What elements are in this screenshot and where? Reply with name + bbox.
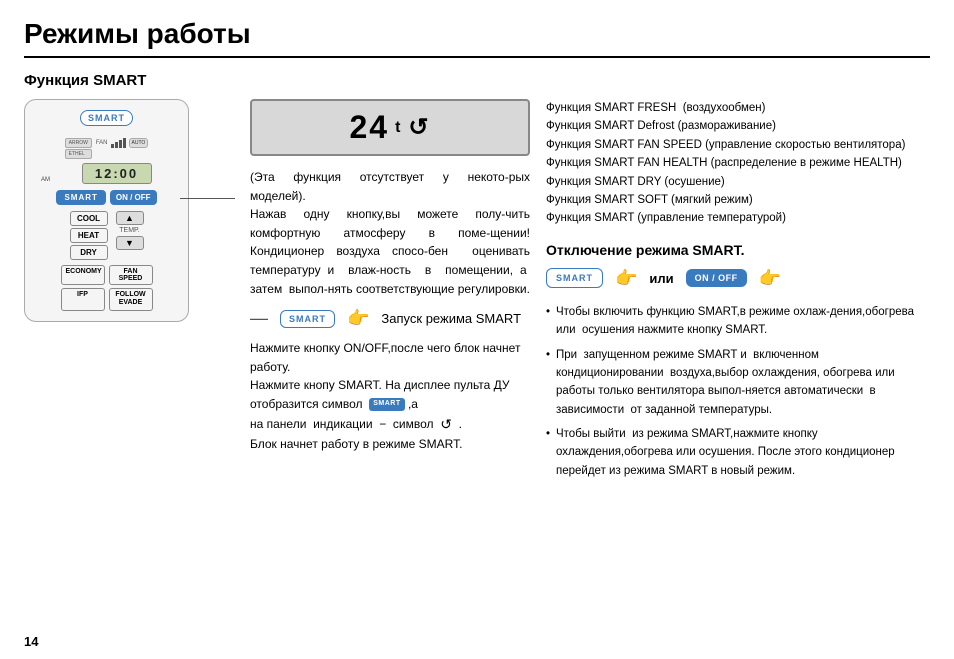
remote-ifp-follow-row: IFP FOLLOWEVADE	[33, 288, 180, 311]
remote-heat-btn[interactable]: HEAT	[70, 228, 108, 243]
smart-launch-badge: SMART	[280, 310, 335, 328]
remote-follow-btn[interactable]: FOLLOWEVADE	[109, 288, 153, 311]
display-panel: 24 t ↺	[250, 99, 530, 156]
remote-arrow-down-btn[interactable]: ▼	[116, 236, 144, 250]
page-container: Режимы работы Функция SMART SMART ARROW …	[0, 0, 954, 659]
section2-title: Отключение режима SMART.	[546, 242, 930, 258]
section1-title: Функция SMART	[24, 72, 930, 89]
right-bullets: Чтобы включить функцию SMART,в режиме ох…	[546, 303, 930, 481]
feature-item-5: Функция SMART DRY (осушение)	[546, 173, 930, 191]
feature-item-3: Функция SMART FAN SPEED (управление скор…	[546, 136, 930, 154]
display-degree: t	[395, 119, 402, 137]
right-column: Функция SMART FRESH (воздухообмен) Функц…	[546, 99, 930, 486]
display-symbol: ↺	[408, 113, 430, 142]
remote-arrow-up-btn[interactable]: ▲	[116, 211, 144, 225]
smart-launch-text: Запуск режима SMART	[381, 311, 521, 326]
finger-icon-launch: 👉	[347, 308, 369, 329]
remote-ifp-btn[interactable]: IFP	[61, 288, 105, 311]
or-text: или	[649, 271, 673, 286]
remote-economy-fanspeed-row: ECONOMY FAN SPEED	[33, 265, 180, 285]
arrow-right-icon: —	[250, 308, 268, 329]
onoff-badge: ON / OFF	[686, 269, 747, 287]
bullet-3: Чтобы выйти из режима SMART,нажмите кноп…	[546, 425, 930, 480]
feature-item-2: Функция SMART Defrost (размораживание)	[546, 117, 930, 135]
feature-item-1: Функция SMART FRESH (воздухообмен)	[546, 99, 930, 117]
display-temp: 24	[349, 109, 389, 146]
feature-item-7: Функция SMART (управление температурой)	[546, 209, 930, 227]
feature-item-6: Функция SMART SOFT (мягкий режим)	[546, 191, 930, 209]
symbol-inline: ↺	[440, 416, 452, 432]
feature-list: Функция SMART FRESH (воздухообмен) Функц…	[546, 99, 930, 228]
remote-fan-speed-btn[interactable]: FAN SPEED	[109, 265, 153, 285]
remote-dry-btn[interactable]: DRY	[70, 245, 108, 260]
middle-column: 24 t ↺ (Эта функция отсутствует у некото-…	[250, 99, 530, 486]
remote-control: SMART ARROW ETHEL FAN	[24, 99, 189, 322]
content-area: SMART ARROW ETHEL FAN	[24, 99, 930, 486]
remote-economy-btn[interactable]: ECONOMY	[61, 265, 105, 285]
remote-temp-label: TEMP.	[119, 227, 140, 234]
remote-smart-btn[interactable]: SMART	[56, 190, 105, 205]
remote-fan-section: FAN AUTO	[96, 138, 148, 148]
mid-text-1: (Эта функция отсутствует у некото-рых мо…	[250, 168, 530, 298]
remote-mode-row: COOL HEAT DRY ▲ TEMP. ▼	[33, 211, 180, 260]
mid-text-2: Нажмите кнопку ON/OFF,после чего блок на…	[250, 339, 530, 454]
bullet-1: Чтобы включить функцию SMART,в режиме ох…	[546, 303, 930, 340]
or-row: SMART 👉 или ON / OFF 👉	[546, 268, 930, 289]
page-number: 14	[24, 634, 38, 649]
remote-onoff-btn[interactable]: ON / OFF	[110, 190, 157, 205]
remote-auto-btn: AUTO	[129, 138, 149, 148]
smart-launch-row: — SMART 👉 Запуск режима SMART	[250, 308, 530, 329]
left-column: SMART ARROW ETHEL FAN	[24, 99, 234, 486]
remote-time-display: 12:00	[82, 163, 152, 184]
finger-icon-onoff: 👉	[759, 268, 781, 289]
connector-line	[180, 198, 235, 199]
smart-inline-badge: SMART	[369, 398, 404, 411]
page-title: Режимы работы	[24, 18, 930, 58]
bullet-2: При запущенном режиме SMART и включенном…	[546, 346, 930, 420]
remote-smart-onoff-row: SMART ON / OFF	[33, 190, 180, 205]
remote-am-label: AM	[41, 177, 50, 183]
finger-icon-smart: 👉	[615, 268, 637, 289]
smart-badge-disconnect: SMART	[546, 268, 603, 288]
remote-smart-badge: SMART	[80, 110, 133, 126]
remote-fan-bars	[111, 138, 126, 148]
feature-item-4: Функция SMART FAN HEALTH (распределение …	[546, 154, 930, 172]
remote-cool-btn[interactable]: COOL	[70, 211, 108, 226]
